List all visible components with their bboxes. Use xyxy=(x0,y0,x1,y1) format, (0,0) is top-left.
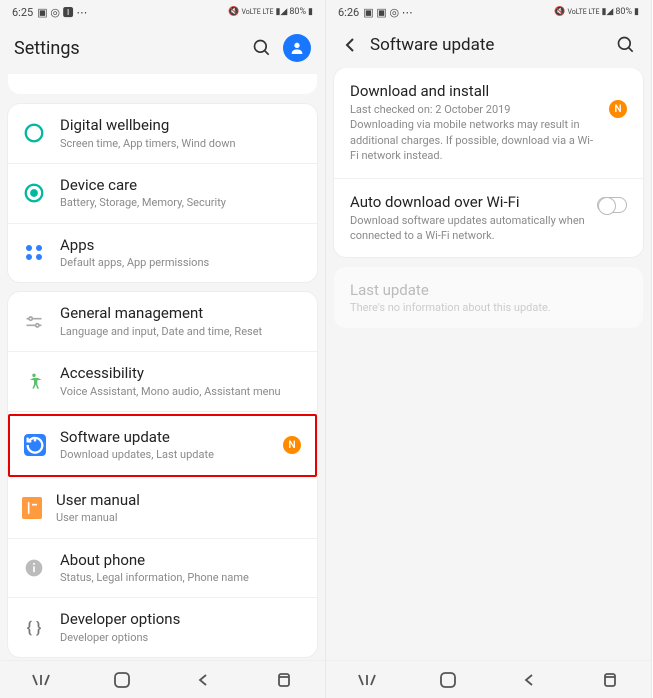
item-general-management[interactable]: General management Language and input, D… xyxy=(8,292,317,352)
status-notif-icons: ▣ ▣ ◎ ⋯ xyxy=(363,6,413,19)
item-title: Last update xyxy=(350,281,627,299)
update-header: Software update xyxy=(326,24,651,68)
update-options-card: Download and install Last checked on: 2 … xyxy=(334,68,643,257)
network-label: VoLTE LTE xyxy=(241,8,273,16)
item-sub: Screen time, App timers, Wind down xyxy=(60,137,303,151)
item-accessibility[interactable]: Accessibility Voice Assistant, Mono audi… xyxy=(8,352,317,412)
notification-badge: N xyxy=(283,436,301,454)
page-title: Settings xyxy=(14,38,241,59)
page-title: Software update xyxy=(370,35,605,55)
side-panel-button[interactable] xyxy=(599,669,621,691)
update-content: Download and install Last checked on: 2 … xyxy=(326,68,651,660)
profile-icon[interactable] xyxy=(283,34,311,62)
item-title: User manual xyxy=(56,491,303,511)
item-sub: Download updates, Last update xyxy=(60,448,269,462)
highlight-box: Software update Download updates, Last u… xyxy=(8,414,317,477)
back-icon[interactable] xyxy=(340,35,360,55)
recents-button[interactable] xyxy=(30,669,52,691)
mute-icon: 🔇 xyxy=(554,7,565,17)
item-title: Device care xyxy=(60,176,303,196)
wifi-toggle[interactable] xyxy=(597,197,627,213)
item-sub: Language and input, Date and time, Reset xyxy=(60,325,303,339)
item-title: Software update xyxy=(60,428,269,448)
status-bar: 6:25 ▣ ◎ 🅸 ⋯ 🔇 VoLTE LTE ▮◢ 80% ▮ xyxy=(0,0,325,24)
item-title: About phone xyxy=(60,551,303,571)
status-time: 6:26 xyxy=(338,6,359,19)
side-panel-button[interactable] xyxy=(273,669,295,691)
item-developer-options[interactable]: { } Developer options Developer options xyxy=(8,598,317,657)
item-title: General management xyxy=(60,304,303,324)
info-icon xyxy=(22,556,46,580)
back-button[interactable] xyxy=(518,669,540,691)
item-title: Apps xyxy=(60,236,303,256)
status-bar: 6:26 ▣ ▣ ◎ ⋯ 🔇 VoLTE LTE ▮◢ 80% ▮ xyxy=(326,0,651,24)
previous-card-peek xyxy=(8,74,317,94)
item-title: Digital wellbeing xyxy=(60,116,303,136)
settings-list[interactable]: Digital wellbeing Screen time, App timer… xyxy=(0,74,325,660)
item-software-update[interactable]: Software update Download updates, Last u… xyxy=(10,416,315,475)
notification-badge: N xyxy=(609,100,627,118)
item-about-phone[interactable]: About phone Status, Legal information, P… xyxy=(8,539,317,599)
home-button[interactable] xyxy=(111,669,133,691)
update-icon xyxy=(24,434,46,456)
settings-header: Settings xyxy=(0,24,325,74)
battery-icon: ▮ xyxy=(308,7,313,17)
item-auto-download[interactable]: Auto download over Wi-Fi Download softwa… xyxy=(334,179,643,258)
item-sub: Developer options xyxy=(60,631,303,645)
item-sub: Default apps, App permissions xyxy=(60,256,303,270)
item-sub: Status, Legal information, Phone name xyxy=(60,571,303,585)
device-care-icon xyxy=(22,181,46,205)
item-digital-wellbeing[interactable]: Digital wellbeing Screen time, App timer… xyxy=(8,104,317,164)
mute-icon: 🔇 xyxy=(228,7,239,17)
item-title: Download and install xyxy=(350,82,599,100)
search-icon[interactable] xyxy=(251,37,273,59)
battery-icon: ▮ xyxy=(634,7,639,17)
item-device-care[interactable]: Device care Battery, Storage, Memory, Se… xyxy=(8,164,317,224)
item-sub: Battery, Storage, Memory, Security xyxy=(60,196,303,210)
network-label: VoLTE LTE xyxy=(567,8,599,16)
item-title: Developer options xyxy=(60,610,303,630)
software-update-screen: 6:26 ▣ ▣ ◎ ⋯ 🔇 VoLTE LTE ▮◢ 80% ▮ Softwa… xyxy=(326,0,652,698)
back-button[interactable] xyxy=(192,669,214,691)
nav-bar xyxy=(0,660,325,698)
recents-button[interactable] xyxy=(356,669,378,691)
item-title: Accessibility xyxy=(60,364,303,384)
wellbeing-icon xyxy=(22,121,46,145)
settings-group-2: General management Language and input, D… xyxy=(8,292,317,657)
item-sub: Voice Assistant, Mono audio, Assistant m… xyxy=(60,385,303,399)
manual-icon xyxy=(22,497,42,519)
battery-pct: 80% xyxy=(289,7,306,17)
dev-icon: { } xyxy=(22,616,46,640)
signal-icon: ▮◢ xyxy=(275,7,287,17)
home-button[interactable] xyxy=(437,669,459,691)
item-title: Auto download over Wi-Fi xyxy=(350,193,587,211)
last-update-card: Last update There's no information about… xyxy=(334,267,643,328)
item-sub: There's no information about this update… xyxy=(350,301,627,314)
status-notif-icons: ▣ ◎ 🅸 ⋯ xyxy=(37,4,87,20)
item-apps[interactable]: Apps Default apps, App permissions xyxy=(8,224,317,283)
item-sub: Download software updates automatically … xyxy=(350,213,587,244)
item-sub: Last checked on: 2 October 2019 Download… xyxy=(350,102,599,164)
accessibility-icon xyxy=(22,370,46,394)
nav-bar xyxy=(326,660,651,698)
settings-group-1: Digital wellbeing Screen time, App timer… xyxy=(8,104,317,282)
battery-pct: 80% xyxy=(615,7,632,17)
item-download-install[interactable]: Download and install Last checked on: 2 … xyxy=(334,68,643,179)
item-user-manual[interactable]: User manual User manual xyxy=(8,479,317,539)
signal-icon: ▮◢ xyxy=(601,7,613,17)
settings-screen: 6:25 ▣ ◎ 🅸 ⋯ 🔇 VoLTE LTE ▮◢ 80% ▮ Settin… xyxy=(0,0,326,698)
search-icon[interactable] xyxy=(615,34,637,56)
status-time: 6:25 xyxy=(12,6,33,19)
apps-icon xyxy=(22,241,46,265)
sliders-icon xyxy=(22,310,46,334)
item-sub: User manual xyxy=(56,511,303,525)
